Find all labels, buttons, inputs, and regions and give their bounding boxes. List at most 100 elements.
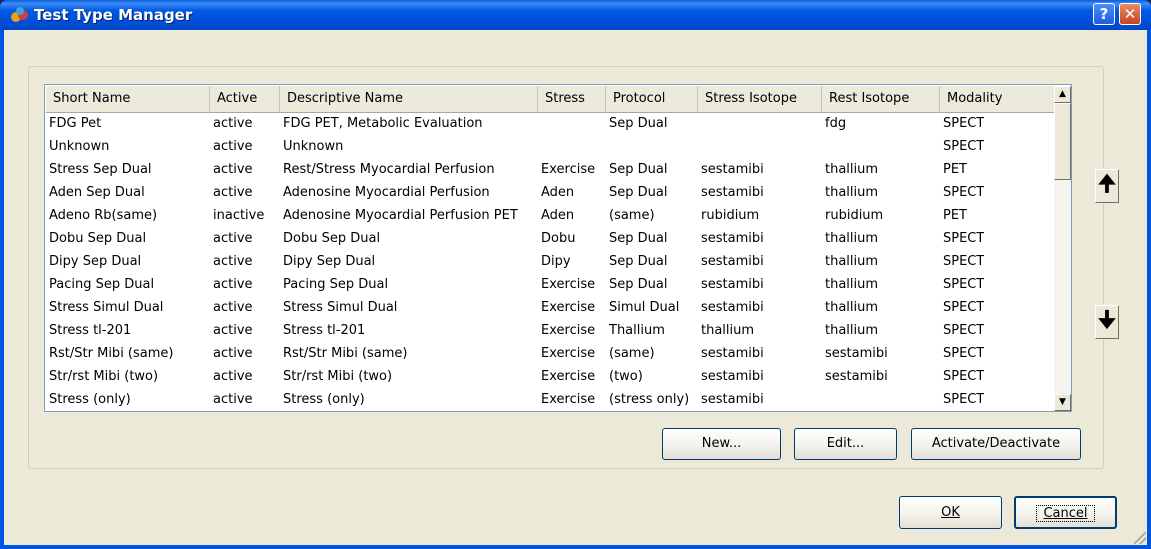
app-icon [11,7,28,22]
cell-modality: SPECT [943,254,985,269]
cell-modality: PET [943,162,967,177]
cell-stress-isotope: sestamibi [701,185,764,200]
cell-short-name: Stress Sep Dual [49,162,152,177]
scroll-thumb[interactable] [1054,103,1071,180]
cell-short-name: Aden Sep Dual [49,185,145,200]
cell-active: active [213,300,253,315]
cell-rest-isotope: thallium [825,323,879,338]
cell-short-name: Dipy Sep Dual [49,254,142,269]
cell-protocol: Sep Dual [609,231,668,246]
column-header-short-name[interactable]: Short Name [46,86,210,112]
close-button[interactable]: ✕ [1119,3,1141,25]
test-type-list[interactable]: Short Name Active Descriptive Name Stres… [44,84,1072,412]
cell-protocol: Sep Dual [609,162,668,177]
cell-active: active [213,369,253,384]
cell-protocol: (same) [609,346,655,361]
cell-rest-isotope: thallium [825,254,879,269]
table-row[interactable]: Stress tl-201 active Stress tl-201 Exercise… [46,320,1054,343]
cell-stress-isotope: sestamibi [701,392,764,407]
cell-active: active [213,346,253,361]
table-row[interactable]: Rst/Str Mibi (same) active Rst/Str Mibi (s… [46,343,1054,366]
cell-stress: Exercise [541,300,596,315]
table-row[interactable]: Stress Simul Dual active Stress Simul Dual… [46,297,1054,320]
activate-deactivate-button[interactable]: Activate/Deactivate [911,428,1081,460]
cell-descriptive-name: Unknown [283,139,344,154]
cell-short-name: Stress (only) [49,392,131,407]
cell-rest-isotope: thallium [825,231,879,246]
column-header-descriptive-name[interactable]: Descriptive Name [280,86,538,112]
new-button[interactable]: New... [662,428,781,460]
cell-stress-isotope: sestamibi [701,300,764,315]
cell-stress: Aden [541,208,575,223]
cell-stress: Dipy [541,254,571,269]
cell-stress: Exercise [541,162,596,177]
table-row[interactable]: Str/rst Mibi (two) active Str/rst Mibi (tw… [46,366,1054,389]
cell-stress-isotope: sestamibi [701,277,764,292]
cell-modality: SPECT [943,139,985,154]
cell-stress-isotope: sestamibi [701,346,764,361]
cell-stress-isotope: sestamibi [701,369,764,384]
table-row[interactable]: Dobu Sep Dual active Dobu Sep Dual Dobu Sep … [46,228,1054,251]
cell-rest-isotope: thallium [825,300,879,315]
cell-protocol: (same) [609,208,655,223]
table-row[interactable]: Aden Sep Dual active Adenosine Myocardial … [46,182,1054,205]
cell-stress-isotope: sestamibi [701,162,764,177]
column-header-stress[interactable]: Stress [538,86,606,112]
cell-modality: SPECT [943,323,985,338]
cell-descriptive-name: Pacing Sep Dual [283,277,389,292]
cell-descriptive-name: Dipy Sep Dual [283,254,376,269]
cell-protocol: Sep Dual [609,277,668,292]
cell-protocol: Sep Dual [609,185,668,200]
column-header-protocol[interactable]: Protocol [606,86,698,112]
title-bar[interactable]: Test Type Manager ? ✕ [0,0,1151,30]
column-header-stress-isotope[interactable]: Stress Isotope [698,86,822,112]
arrow-down-icon: 🠋 [1097,308,1117,333]
cell-stress: Exercise [541,346,596,361]
cell-modality: SPECT [943,392,985,407]
table-row[interactable]: Stress Sep Dual active Rest/Stress Myocard… [46,159,1054,182]
list-header: Short Name Active Descriptive Name Stres… [46,86,1054,113]
cell-modality: SPECT [943,185,985,200]
cell-active: active [213,116,253,131]
cancel-button[interactable]: Cancel [1014,496,1117,529]
table-row[interactable]: Unknown active Unknown SPECT [46,136,1054,159]
vertical-scrollbar[interactable]: ▲ ▼ [1054,86,1071,411]
cell-stress: Exercise [541,323,596,338]
cell-protocol: (stress only) [609,392,690,407]
cell-active: active [213,323,253,338]
cell-descriptive-name: Rest/Stress Myocardial Perfusion [283,162,495,177]
cell-stress-isotope: thallium [701,323,755,338]
help-button[interactable]: ? [1093,3,1115,25]
column-header-modality[interactable]: Modality [940,86,1054,112]
table-row[interactable]: Dipy Sep Dual active Dipy Sep Dual Dipy Sep … [46,251,1054,274]
cell-rest-isotope: thallium [825,162,879,177]
cell-active: active [213,231,253,246]
cell-descriptive-name: Stress tl-201 [283,323,366,338]
scroll-up-button[interactable]: ▲ [1054,86,1071,103]
cell-descriptive-name: Adenosine Myocardial Perfusion [283,185,490,200]
column-header-active[interactable]: Active [210,86,280,112]
table-row[interactable]: Pacing Sep Dual active Pacing Sep Dual Exer… [46,274,1054,297]
cell-short-name: Adeno Rb(same) [49,208,158,223]
cancel-label: Cancel [1036,505,1095,522]
edit-button[interactable]: Edit... [794,428,897,460]
cell-rest-isotope: thallium [825,185,879,200]
cell-descriptive-name: Adenosine Myocardial Perfusion PET [283,208,518,223]
column-header-rest-isotope[interactable]: Rest Isotope [822,86,940,112]
table-row[interactable]: Stress (only) active Stress (only) Exercise… [46,389,1054,411]
cell-descriptive-name: Str/rst Mibi (two) [283,369,393,384]
table-row[interactable]: Adeno Rb(same) inactive Adenosine Myocardi… [46,205,1054,228]
ok-button[interactable]: OK [899,496,1002,529]
cell-stress-isotope: rubidium [701,208,760,223]
cell-active: active [213,392,253,407]
move-up-button[interactable]: 🠉 [1095,169,1119,203]
table-row[interactable]: FDG Pet active FDG PET, Metabolic Evaluati… [46,113,1054,136]
cell-active: active [213,139,253,154]
resize-grip[interactable] [1134,532,1146,544]
cell-modality: SPECT [943,277,985,292]
cell-short-name: Pacing Sep Dual [49,277,155,292]
cell-short-name: Unknown [49,139,110,154]
scroll-down-button[interactable]: ▼ [1054,394,1071,411]
cell-modality: SPECT [943,369,985,384]
move-down-button[interactable]: 🠋 [1095,305,1119,339]
